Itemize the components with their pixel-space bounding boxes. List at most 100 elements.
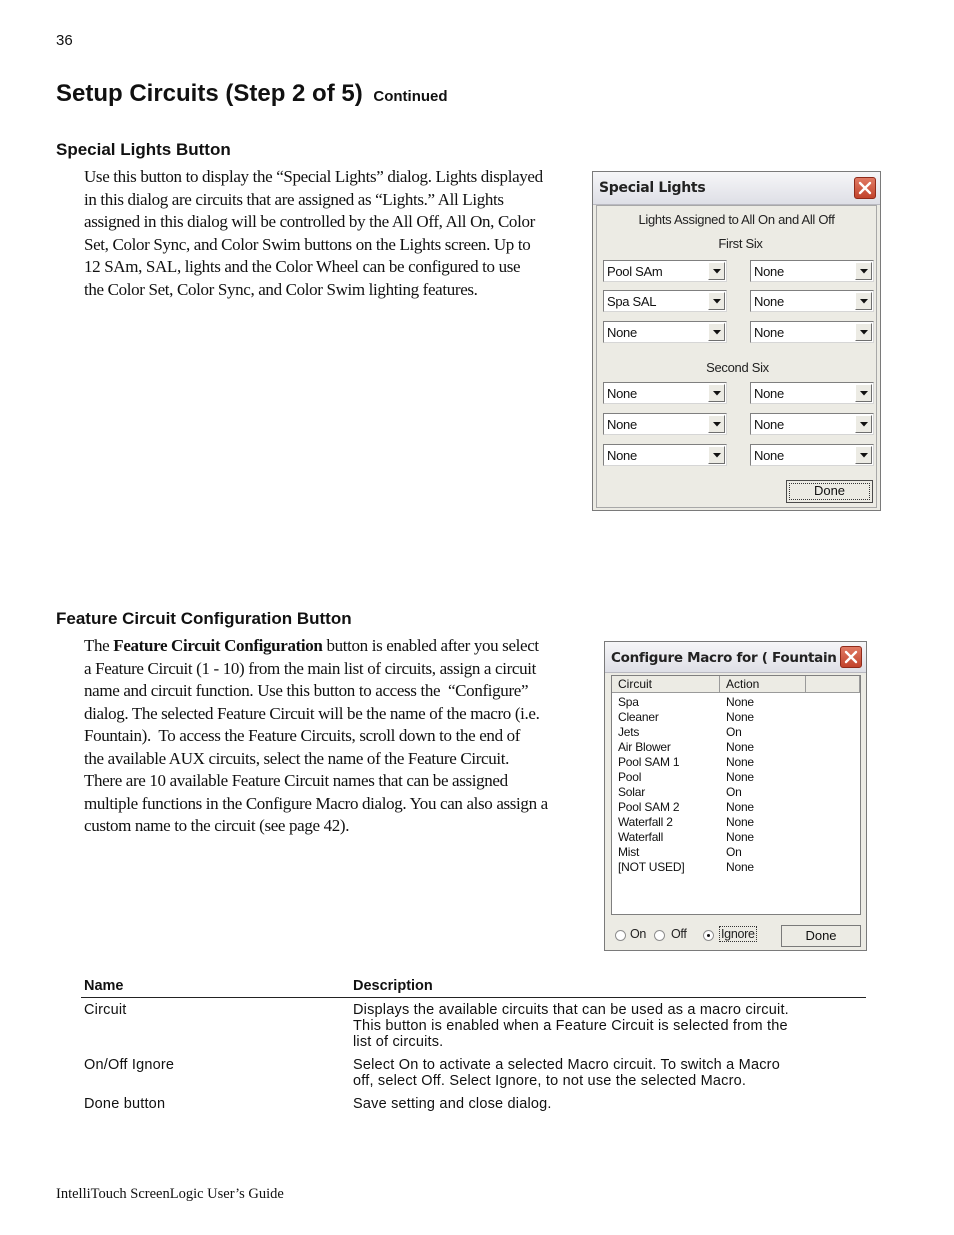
text-run: The — [84, 636, 114, 655]
footer: IntelliTouch ScreenLogic User’s Guide — [56, 1186, 284, 1202]
light-select-value: None — [607, 386, 637, 401]
circuit-name[interactable]: Pool SAM 1 — [618, 755, 680, 770]
chevron-down-icon — [860, 391, 868, 396]
radio-off[interactable] — [654, 930, 665, 941]
circuit-name[interactable]: Cleaner — [618, 710, 659, 725]
light-select-11[interactable]: None — [603, 444, 727, 466]
light-select-6[interactable]: None — [750, 321, 874, 343]
dropdown-button[interactable] — [708, 446, 725, 464]
circuit-name[interactable]: Waterfall 2 — [618, 815, 673, 830]
special-lights-dialog: Special Lights Lights Assigned to All On… — [592, 171, 881, 511]
description-line: Save setting and close dialog. — [353, 1096, 552, 1112]
circuit-action[interactable]: None — [726, 830, 754, 845]
light-select-10[interactable]: None — [750, 413, 874, 435]
dropdown-button[interactable] — [708, 323, 725, 341]
light-select-value: None — [754, 386, 784, 401]
light-select-2[interactable]: None — [750, 260, 874, 282]
dropdown-button[interactable] — [708, 415, 725, 433]
light-select-1[interactable]: Pool SAm — [603, 260, 727, 282]
circuit-name[interactable]: [NOT USED] — [618, 860, 685, 875]
light-select-value: None — [607, 417, 637, 432]
bold-term: Feature Circuit Configuration — [113, 636, 323, 655]
light-select-value: None — [754, 264, 784, 279]
circuit-name[interactable]: Spa — [618, 695, 639, 710]
description-line: Select On to activate a selected Macro c… — [353, 1057, 780, 1073]
circuit-action[interactable]: On — [726, 845, 742, 860]
light-select-value: None — [754, 448, 784, 463]
circuit-name[interactable]: Pool SAM 2 — [618, 800, 680, 815]
paragraph-line: The Feature Circuit Configuration button… — [84, 635, 594, 658]
chevron-down-icon — [860, 330, 868, 335]
circuit-action[interactable]: None — [726, 710, 754, 725]
light-select-3[interactable]: Spa SAL — [603, 290, 727, 312]
paragraph-line: Set, Color Sync, and Color Swim buttons … — [84, 234, 531, 254]
circuit-action[interactable]: None — [726, 695, 754, 710]
paragraph-line: Fountain). To access the Feature Circuit… — [84, 726, 521, 745]
circuit-action[interactable]: None — [726, 770, 754, 785]
dropdown-button[interactable] — [855, 446, 872, 464]
dropdown-button[interactable] — [855, 262, 872, 280]
chevron-down-icon — [860, 269, 868, 274]
radio-ignore-label[interactable]: Ignore — [719, 926, 757, 942]
circuit-name[interactable]: Mist — [618, 845, 639, 860]
paragraph-line: dialog. The selected Feature Circuit wil… — [84, 703, 540, 723]
radio-on[interactable] — [615, 930, 626, 941]
circuit-name[interactable]: Air Blower — [618, 740, 671, 755]
light-select-value: None — [754, 417, 784, 432]
close-button[interactable] — [854, 177, 876, 199]
column-header-circuit[interactable]: Circuit — [612, 676, 720, 693]
done-button[interactable]: Done — [781, 925, 861, 947]
description-line: list of circuits. — [353, 1034, 444, 1050]
paragraph-line: name and circuit function. Use this butt… — [84, 681, 529, 700]
column-header-blank[interactable] — [806, 676, 860, 693]
circuit-action[interactable]: On — [726, 725, 742, 740]
dropdown-button[interactable] — [708, 384, 725, 402]
dropdown-button[interactable] — [855, 323, 872, 341]
dropdown-button[interactable] — [855, 415, 872, 433]
circuit-action[interactable]: None — [726, 755, 754, 770]
circuit-action[interactable]: None — [726, 815, 754, 830]
dropdown-button[interactable] — [708, 292, 725, 310]
light-select-8[interactable]: None — [750, 382, 874, 404]
circuit-action[interactable]: None — [726, 800, 754, 815]
light-select-4[interactable]: None — [750, 290, 874, 312]
light-select-9[interactable]: None — [603, 413, 727, 435]
chevron-down-icon — [860, 299, 868, 304]
circuit-action[interactable]: None — [726, 860, 754, 875]
description-line: Displays the available circuits that can… — [353, 1002, 789, 1018]
light-select-value: None — [754, 325, 784, 340]
paragraph-line: the available AUX circuits, select the n… — [84, 748, 510, 768]
dropdown-button[interactable] — [855, 292, 872, 310]
dropdown-button[interactable] — [708, 262, 725, 280]
circuit-name[interactable]: Jets — [618, 725, 639, 740]
feature-circuit-paragraph: The Feature Circuit Configuration button… — [84, 635, 594, 838]
light-select-12[interactable]: None — [750, 444, 874, 466]
circuit-action[interactable]: None — [726, 740, 754, 755]
light-select-7[interactable]: None — [603, 382, 727, 404]
close-button[interactable] — [840, 646, 862, 668]
circuit-action[interactable]: On — [726, 785, 742, 800]
page-title-suffix: Continued — [373, 88, 448, 105]
paragraph-line: 12 SAm, SAL, lights and the Color Wheel … — [84, 257, 521, 276]
circuit-name[interactable]: Solar — [618, 785, 645, 800]
table-header-name: Name — [84, 978, 124, 994]
light-select-value: None — [607, 448, 637, 463]
dialog-title-bar: Special Lights — [593, 172, 880, 205]
light-select-5[interactable]: None — [603, 321, 727, 343]
dialog-title: Configure Macro for ( Fountain ) — [611, 650, 847, 666]
dialog-title-bar: Configure Macro for ( Fountain ) — [605, 642, 866, 673]
configure-macro-dialog: Configure Macro for ( Fountain ) Circuit… — [604, 641, 867, 951]
light-select-value: Spa SAL — [607, 294, 657, 309]
circuit-list[interactable]: Circuit Action Spa None Cleaner None Jets On A… — [611, 675, 861, 915]
radio-ignore[interactable] — [703, 930, 714, 941]
done-button[interactable]: Done — [786, 480, 873, 503]
paragraph-line: There are 10 available Feature Circuit n… — [84, 771, 508, 790]
circuit-name[interactable]: Pool — [618, 770, 641, 785]
column-header-action[interactable]: Action — [720, 676, 806, 693]
table-divider — [81, 997, 866, 998]
radio-on-label[interactable]: On — [630, 927, 646, 941]
circuit-name[interactable]: Waterfall — [618, 830, 663, 845]
dialog-title: Special Lights — [599, 180, 706, 196]
dropdown-button[interactable] — [855, 384, 872, 402]
radio-off-label[interactable]: Off — [671, 927, 687, 941]
